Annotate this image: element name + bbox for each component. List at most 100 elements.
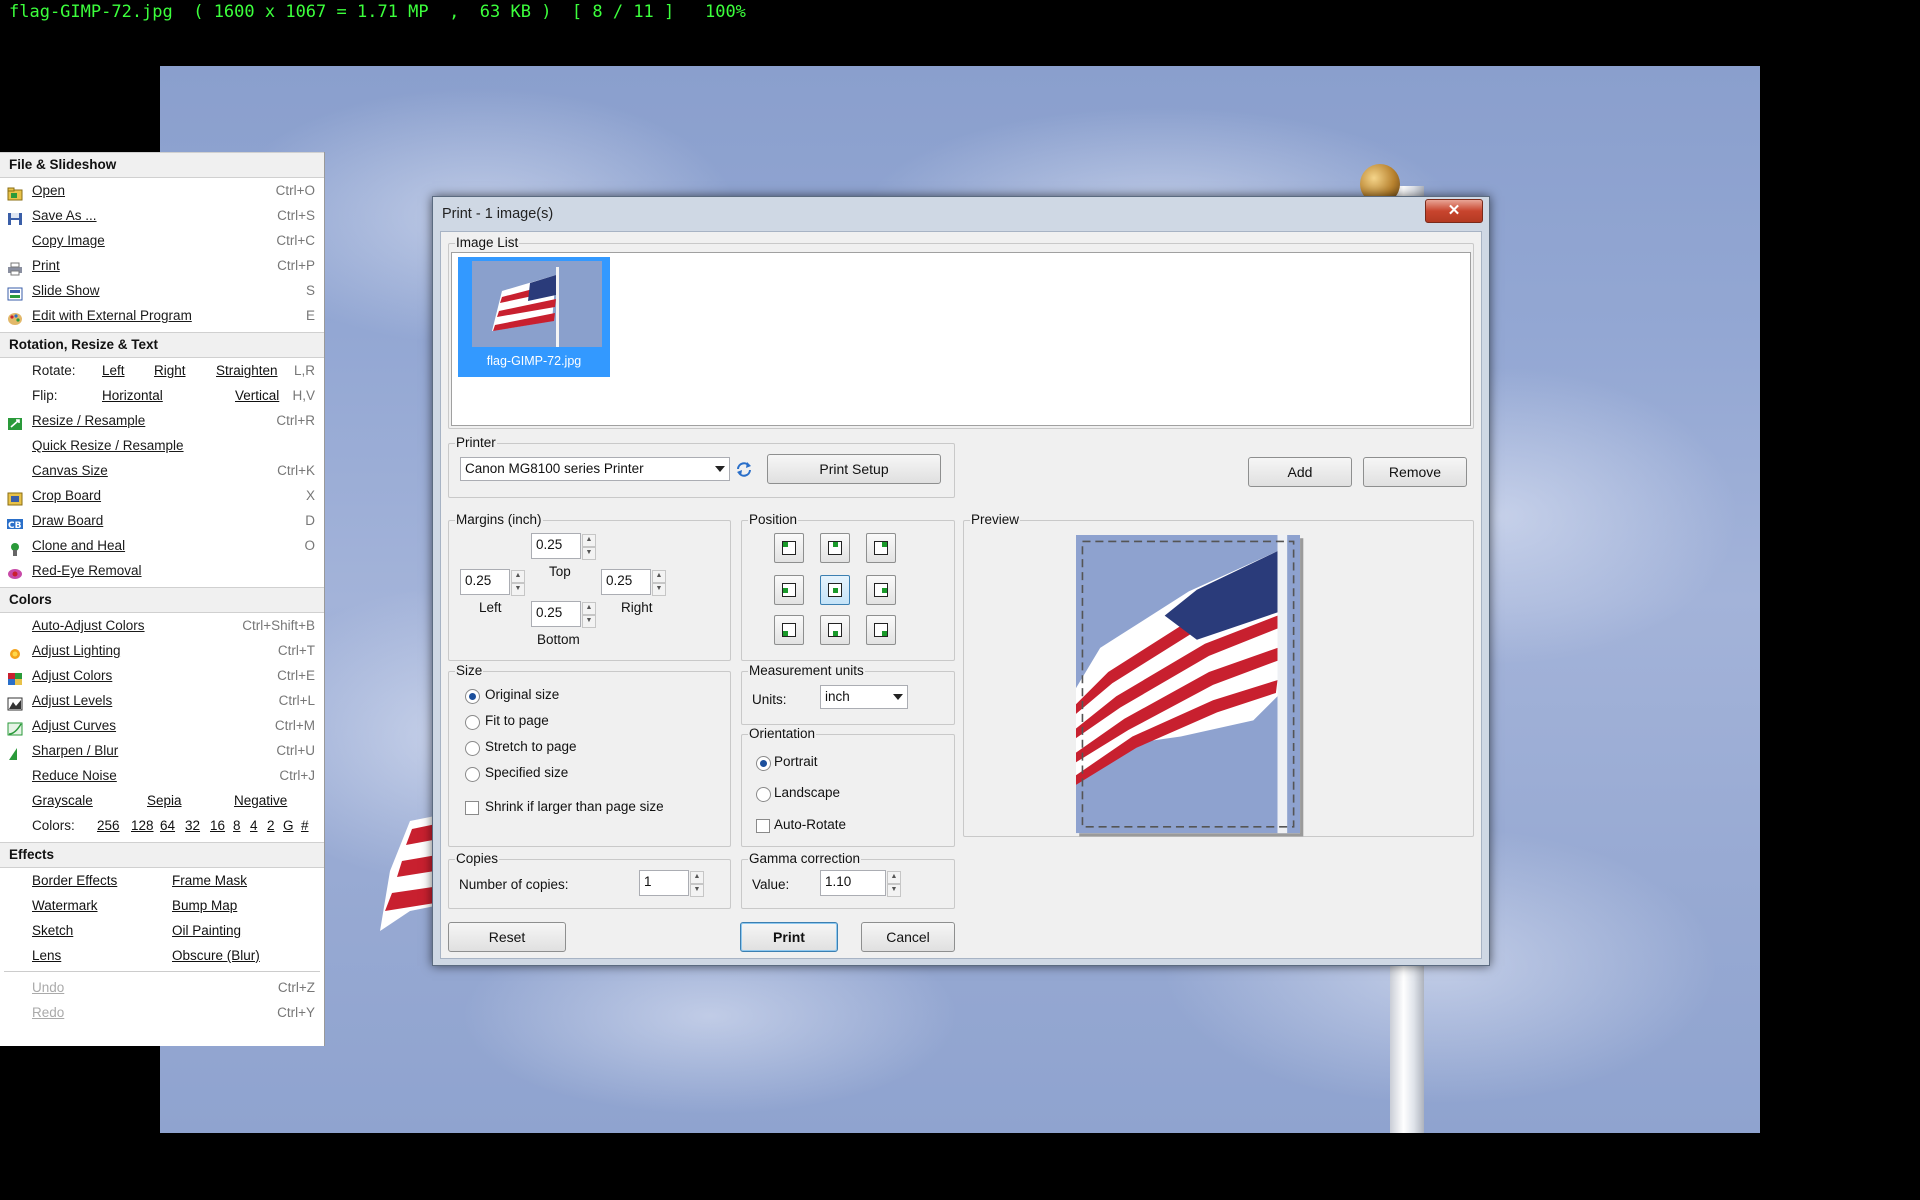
orientation-legend: Orientation <box>748 726 817 741</box>
margin-top-stepper[interactable]: ▲ ▼ <box>582 534 596 560</box>
menu-item-crop-board[interactable]: Crop Board X <box>0 483 324 508</box>
menu-item-open[interactable]: Open Ctrl+O <box>0 178 324 203</box>
menu-item-oil-painting[interactable]: Oil Painting <box>172 918 241 943</box>
position-middle-right-button[interactable] <box>866 575 896 605</box>
margin-left-input[interactable]: 0.25 ▲ ▼ <box>460 569 525 596</box>
margin-left-stepper[interactable]: ▲ ▼ <box>511 570 525 596</box>
position-bottom-center-button[interactable] <box>820 615 850 645</box>
margin-right-stepper[interactable]: ▲ ▼ <box>652 570 666 596</box>
position-middle-left-button[interactable] <box>774 575 804 605</box>
units-select[interactable]: inch <box>820 685 908 709</box>
menu-item-border-effects[interactable]: Border Effects <box>32 868 117 893</box>
colors-depth-hash[interactable]: # <box>301 813 309 838</box>
printer-select-value: Canon MG8100 series Printer <box>465 461 644 476</box>
units-select-value: inch <box>825 689 850 704</box>
crop-icon <box>7 489 23 506</box>
print-button[interactable]: Print <box>740 922 838 952</box>
menu-item-adjust-curves[interactable]: Adjust Curves Ctrl+M <box>0 713 324 738</box>
margin-bottom-input[interactable]: 0.25 ▲ ▼ <box>531 601 596 628</box>
gamma-stepper[interactable]: ▲ ▼ <box>887 871 901 897</box>
image-list-item[interactable]: flag-GIMP-72.jpg <box>458 257 610 377</box>
landscape-radio[interactable] <box>756 787 771 802</box>
curves-icon <box>7 719 23 736</box>
menu-item-frame-mask[interactable]: Frame Mask <box>172 868 247 893</box>
menu-item-red-eye-removal-label: Red-Eye Removal <box>32 563 142 578</box>
flip-row: Flip: Horizontal Vertical H,V <box>0 383 324 408</box>
margin-bottom-stepper[interactable]: ▲ ▼ <box>582 602 596 628</box>
landscape-label: Landscape <box>774 785 841 800</box>
refresh-icon[interactable] <box>735 461 753 477</box>
margins-group: Margins (inch) 0.25 ▲ ▼ Top 0.25 ▲ ▼ Left … <box>448 512 731 661</box>
menu-item-bump-map[interactable]: Bump Map <box>172 893 237 918</box>
menu-item-resize-resample-shortcut: Ctrl+R <box>276 413 315 428</box>
colors-depth-32[interactable]: 32 <box>185 813 200 838</box>
straighten-link[interactable]: Straighten <box>216 358 278 383</box>
size-specified-size-radio[interactable] <box>465 767 480 782</box>
menu-item-red-eye-removal[interactable]: Red-Eye Removal <box>0 558 324 583</box>
menu-item-edit-with-external-program[interactable]: Edit with External Program E <box>0 303 324 328</box>
position-top-center-button[interactable] <box>820 533 850 563</box>
colors-depth-16[interactable]: 16 <box>210 813 225 838</box>
auto-rotate-checkbox[interactable] <box>756 819 770 833</box>
menu-item-adjust-levels-shortcut: Ctrl+L <box>278 693 315 708</box>
menu-item-sketch[interactable]: Sketch <box>32 918 73 943</box>
colors-depth-2[interactable]: 2 <box>267 813 275 838</box>
menu-item-canvas-size[interactable]: Canvas Size Ctrl+K <box>0 458 324 483</box>
colors-depth-4[interactable]: 4 <box>250 813 258 838</box>
size-fit-to-page-radio[interactable] <box>465 715 480 730</box>
grayscale-link[interactable]: Grayscale <box>32 788 93 813</box>
flip-vertical-link[interactable]: Vertical <box>235 383 279 408</box>
menu-item-slide-show[interactable]: Slide Show S <box>0 278 324 303</box>
gamma-input[interactable]: 1.10 ▲ ▼ <box>820 870 901 897</box>
rotate-label: Rotate: <box>32 363 76 378</box>
printer-select[interactable]: Canon MG8100 series Printer <box>460 457 730 481</box>
menu-item-sharpen-blur[interactable]: Sharpen / Blur Ctrl+U <box>0 738 324 763</box>
menu-item-clone-and-heal[interactable]: Clone and Heal O <box>0 533 324 558</box>
position-top-left-button[interactable] <box>774 533 804 563</box>
shrink-checkbox[interactable] <box>465 801 479 815</box>
portrait-radio[interactable] <box>756 756 771 771</box>
position-bottom-right-button[interactable] <box>866 615 896 645</box>
colors-depth-g[interactable]: G <box>283 813 294 838</box>
size-original-size-radio[interactable] <box>465 689 480 704</box>
position-bottom-left-button[interactable] <box>774 615 804 645</box>
colors-depth-8[interactable]: 8 <box>233 813 241 838</box>
menu-item-adjust-colors[interactable]: Adjust Colors Ctrl+E <box>0 663 324 688</box>
menu-item-adjust-lighting[interactable]: Adjust Lighting Ctrl+T <box>0 638 324 663</box>
position-group: Position <box>741 512 955 661</box>
position-center-button[interactable] <box>820 575 850 605</box>
cancel-button[interactable]: Cancel <box>861 922 955 952</box>
menu-item-resize-resample[interactable]: Resize / Resample Ctrl+R <box>0 408 324 433</box>
copies-stepper[interactable]: ▲ ▼ <box>690 871 704 897</box>
menu-item-obscure-blur[interactable]: Obscure (Blur) <box>172 943 260 968</box>
copies-input[interactable]: 1 ▲ ▼ <box>639 870 704 897</box>
flip-horizontal-link[interactable]: Horizontal <box>102 383 163 408</box>
colors-depth-64[interactable]: 64 <box>160 813 175 838</box>
menu-item-quick-resize-resample[interactable]: Quick Resize / Resample <box>0 433 324 458</box>
menu-item-copy-image[interactable]: Copy Image Ctrl+C <box>0 228 324 253</box>
margin-top-input[interactable]: 0.25 ▲ ▼ <box>531 533 596 560</box>
menu-item-reduce-noise[interactable]: Reduce Noise Ctrl+J <box>0 763 324 788</box>
negative-link[interactable]: Negative <box>234 788 287 813</box>
menu-item-adjust-levels[interactable]: Adjust Levels Ctrl+L <box>0 688 324 713</box>
menu-item-save-as[interactable]: Save As ... Ctrl+S <box>0 203 324 228</box>
menu-item-print[interactable]: Print Ctrl+P <box>0 253 324 278</box>
remove-button[interactable]: Remove <box>1363 457 1467 487</box>
position-top-right-button[interactable] <box>866 533 896 563</box>
margin-right-input[interactable]: 0.25 ▲ ▼ <box>601 569 666 596</box>
effects-row: Sketch Oil Painting <box>0 918 324 943</box>
menu-item-lens[interactable]: Lens <box>32 943 61 968</box>
menu-item-watermark[interactable]: Watermark <box>32 893 98 918</box>
rotate-left-link[interactable]: Left <box>102 358 125 383</box>
print-setup-button[interactable]: Print Setup <box>767 454 941 484</box>
menu-item-auto-adjust-colors[interactable]: Auto-Adjust Colors Ctrl+Shift+B <box>0 613 324 638</box>
size-stretch-to-page-radio[interactable] <box>465 741 480 756</box>
add-button[interactable]: Add <box>1248 457 1352 487</box>
sepia-link[interactable]: Sepia <box>147 788 182 813</box>
rotate-right-link[interactable]: Right <box>154 358 186 383</box>
colors-depth-128[interactable]: 128 <box>131 813 154 838</box>
reset-button[interactable]: Reset <box>448 922 566 952</box>
menu-item-draw-board[interactable]: CB Draw Board D <box>0 508 324 533</box>
colors-depth-256[interactable]: 256 <box>97 813 120 838</box>
close-button[interactable]: ✕ <box>1425 199 1483 223</box>
